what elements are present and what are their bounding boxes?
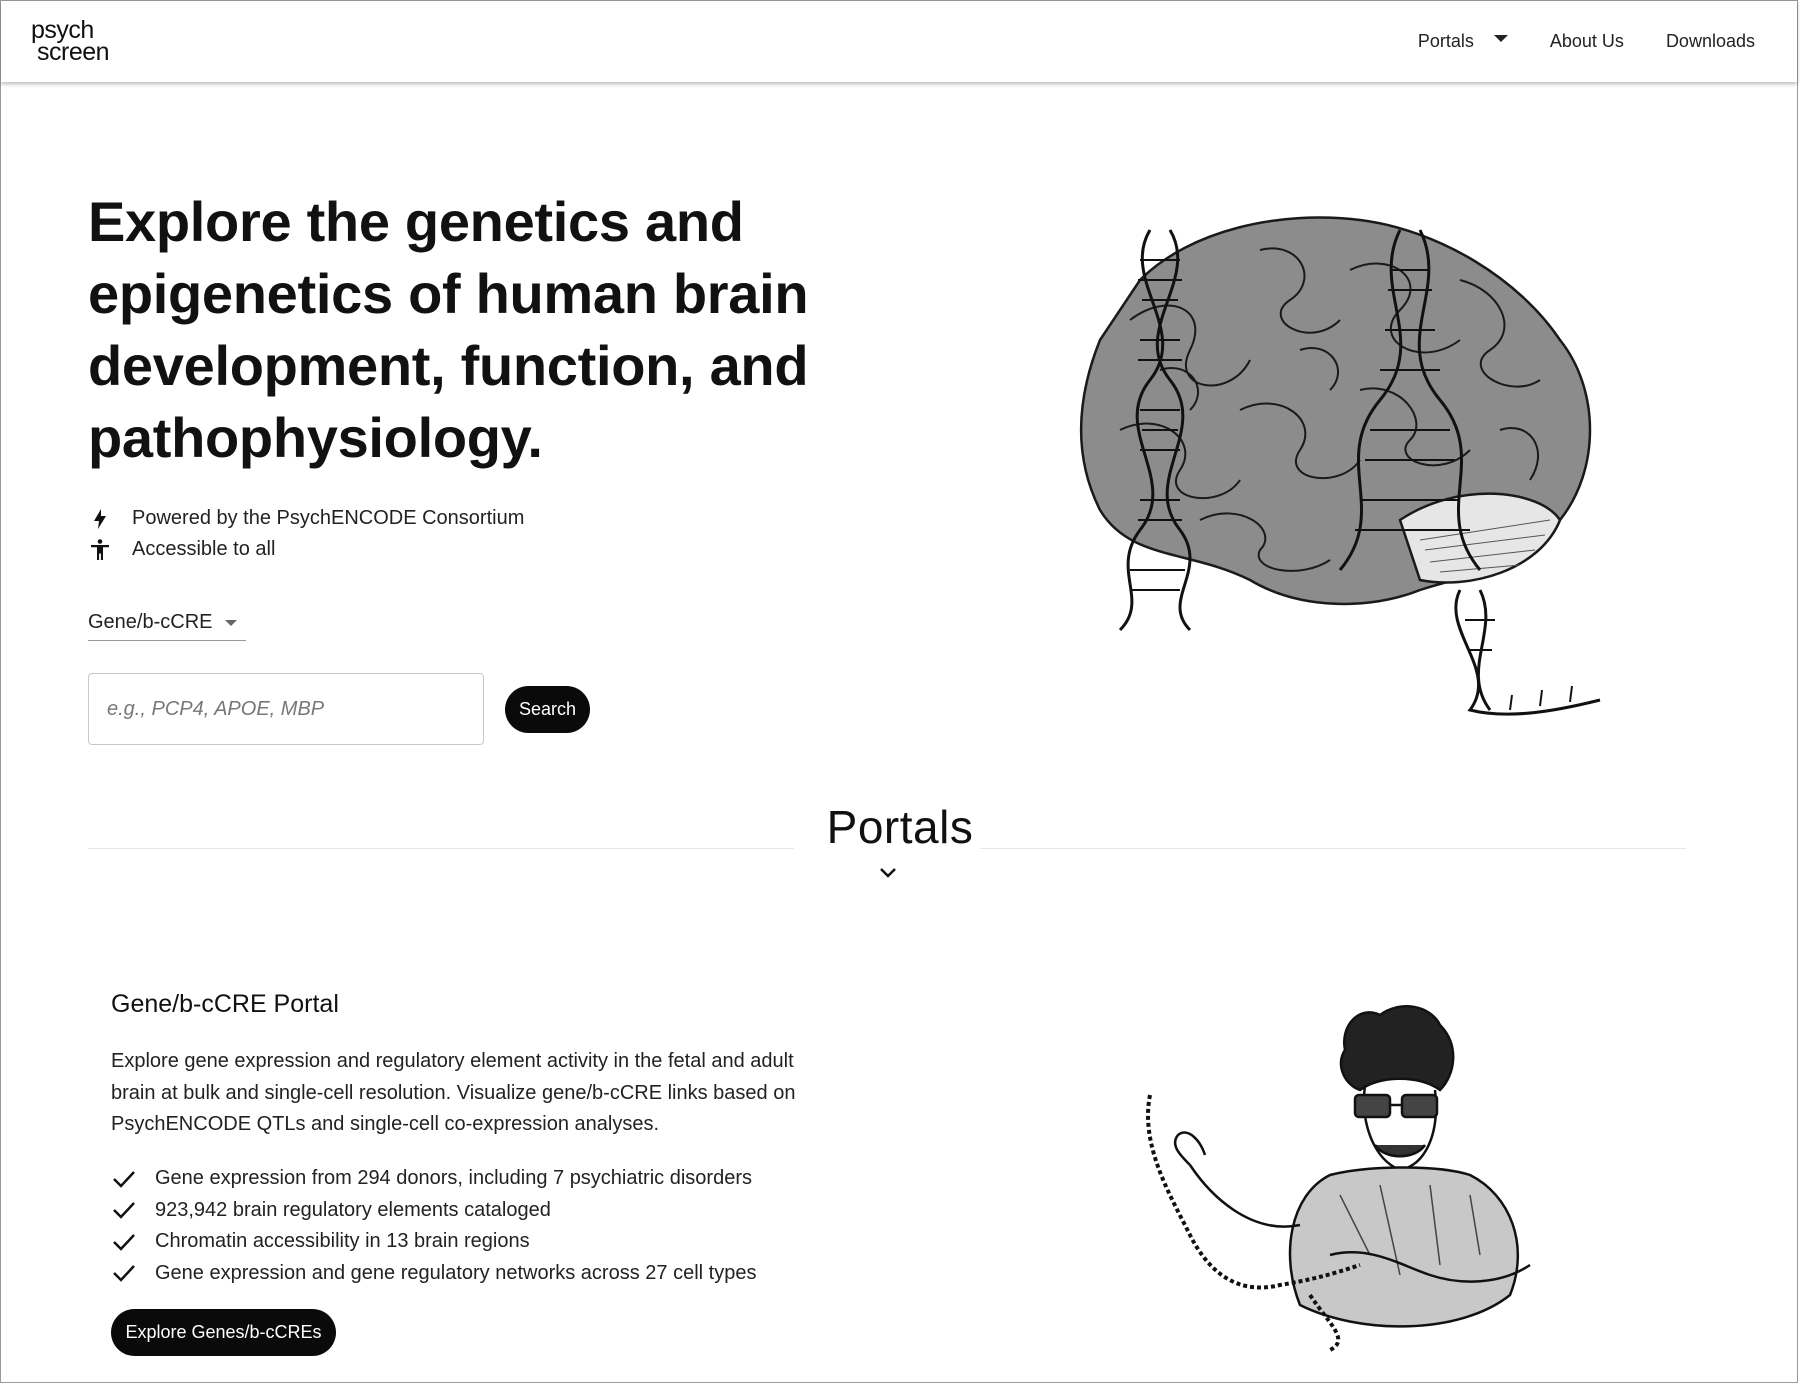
search-type-value: Gene/b-cCRE [88,610,213,633]
check-icon [113,1170,135,1188]
list-item-text: Gene expression from 294 donors, includi… [155,1167,752,1190]
feature-text: Accessible to all [132,538,276,560]
nav-portals-dropdown[interactable]: Portals [1418,31,1508,52]
accessibility-icon [91,538,109,560]
caret-down-icon [224,620,237,626]
portals-section-title: Portals [826,801,974,853]
list-item: Chromatin accessibility in 13 brain regi… [111,1226,756,1258]
gene-search-input[interactable] [88,673,484,745]
nav-downloads-link[interactable]: Downloads [1666,31,1755,52]
list-item: Gene expression from 294 donors, includi… [111,1163,756,1195]
top-navbar: psych screen Portals About Us Downloads [1,1,1797,82]
caret-down-icon [1493,35,1508,42]
nav-about-link[interactable]: About Us [1550,31,1624,52]
logo-line-2: screen [37,38,110,66]
portal-feature-list: Gene expression from 294 donors, includi… [111,1163,756,1289]
nav-menu: Portals About Us Downloads [1418,1,1797,82]
hero-headline: Explore the genetics and epigenetics of … [88,190,809,469]
list-item: Gene expression and gene regulatory netw… [111,1258,756,1290]
site-logo[interactable]: psych screen [31,18,110,66]
list-item-text: Gene expression and gene regulatory netw… [155,1261,757,1284]
brain-dna-illustration [1079,216,1601,716]
check-icon [113,1265,135,1283]
list-item-text: Chromatin accessibility in 13 brain regi… [155,1230,530,1253]
explore-genes-button[interactable]: Explore Genes/b-cCREs [111,1309,336,1356]
chevron-down-icon[interactable] [878,866,898,880]
portal-description: Explore gene expression and regulatory e… [111,1050,796,1135]
feature-powered-by: Powered by the PsychENCODE Consortium [88,503,524,534]
list-item-text: 923,942 brain regulatory elements catalo… [155,1198,551,1221]
search-type-select[interactable]: Gene/b-cCRE [88,604,246,641]
scientist-illustration [1146,1005,1531,1352]
check-icon [113,1233,135,1251]
search-button[interactable]: Search [505,686,590,733]
feature-accessible: Accessible to all [88,534,524,565]
list-item: 923,942 brain regulatory elements catalo… [111,1195,756,1227]
hero-features: Powered by the PsychENCODE Consortium Ac… [88,503,524,565]
check-icon [113,1202,135,1220]
feature-text: Powered by the PsychENCODE Consortium [132,507,525,529]
bolt-icon [94,508,106,529]
nav-portals-label: Portals [1417,31,1474,51]
portal-title: Gene/b-cCRE Portal [111,990,339,1018]
